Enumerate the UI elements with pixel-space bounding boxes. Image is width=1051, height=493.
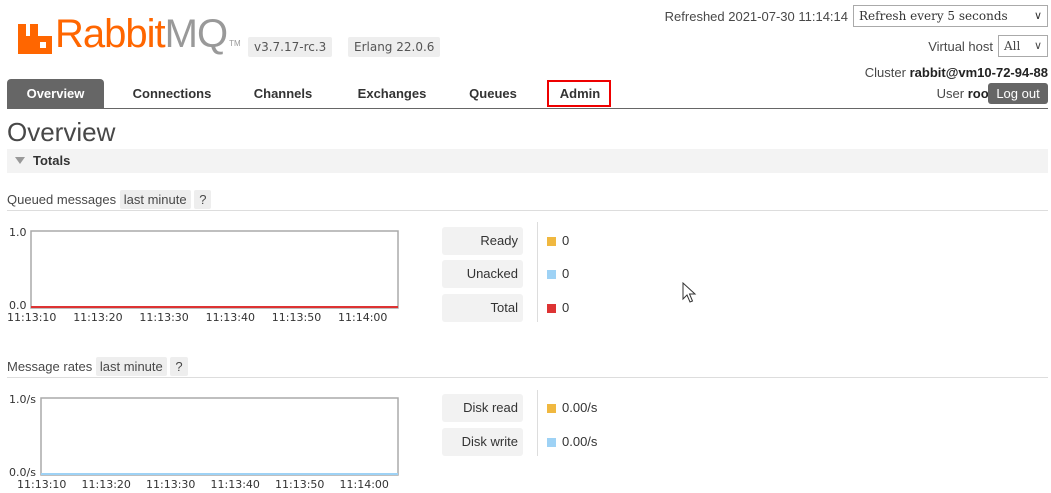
x-tick-label: 11:13:30 bbox=[146, 478, 195, 491]
total-value: 0 bbox=[562, 300, 570, 315]
tab-overview[interactable]: Overview bbox=[7, 79, 104, 109]
rabbitmq-logo-icon bbox=[18, 24, 52, 54]
x-tick-label: 11:13:50 bbox=[275, 478, 324, 491]
totals-section-header[interactable]: Totals bbox=[7, 149, 1048, 173]
y-tick-label: 1.0 bbox=[9, 226, 27, 239]
queued-messages-label: Queued messages bbox=[7, 192, 117, 207]
x-tick-label: 11:13:20 bbox=[73, 311, 122, 324]
unacked-swatch bbox=[547, 270, 556, 279]
disk-write-value: 0.00/s bbox=[562, 434, 598, 449]
brand-rabbit: Rabbit bbox=[55, 12, 166, 56]
collapse-triangle-icon bbox=[15, 157, 25, 164]
chevron-down-icon: ∨ bbox=[1033, 39, 1042, 52]
logout-button[interactable]: Log out bbox=[988, 83, 1048, 104]
rates-range-selector[interactable]: last minute bbox=[95, 357, 167, 376]
refresh-interval-value: Refresh every 5 seconds bbox=[859, 9, 1008, 23]
admin-highlight-box bbox=[547, 80, 611, 107]
x-tick-label: 11:13:30 bbox=[139, 311, 188, 324]
stat-label-ready: Ready bbox=[442, 227, 523, 255]
cluster-name: rabbit@vm10-72-94-88 bbox=[909, 65, 1048, 80]
erlang-badge: Erlang 22.0.6 bbox=[348, 37, 441, 57]
chevron-down-icon: ∨ bbox=[1033, 9, 1042, 22]
version-badge: v3.7.17-rc.3 bbox=[248, 37, 333, 57]
tab-queues[interactable]: Queues bbox=[457, 79, 529, 109]
stat-label-total: Total bbox=[442, 294, 523, 322]
stats-divider bbox=[537, 390, 538, 456]
nav-divider bbox=[7, 108, 1048, 109]
queued-range-selector[interactable]: last minute bbox=[119, 190, 191, 209]
disk-write-swatch bbox=[547, 438, 556, 447]
stat-label-unacked: Unacked bbox=[442, 260, 523, 288]
message-rates-label: Message rates bbox=[7, 359, 93, 374]
cluster-info: Cluster rabbit@vm10-72-94-88 bbox=[865, 65, 1048, 80]
vhost-value: All bbox=[1004, 39, 1021, 53]
user-info: User root bbox=[937, 86, 993, 101]
disk-read-value: 0.00/s bbox=[562, 400, 598, 415]
chart-plot-area bbox=[40, 397, 399, 476]
cluster-label: Cluster bbox=[864, 65, 906, 80]
ready-value: 0 bbox=[562, 233, 570, 248]
stat-label-disk-read: Disk read bbox=[442, 394, 523, 422]
rates-help-button[interactable]: ? bbox=[170, 357, 188, 376]
x-tick-label: 11:13:10 bbox=[7, 311, 56, 324]
trademark: TM bbox=[229, 39, 241, 48]
section-divider bbox=[7, 377, 1048, 378]
vhost-select[interactable]: All ∨ bbox=[998, 35, 1048, 57]
stat-value-unacked: 0 bbox=[547, 267, 569, 281]
stat-value-disk-write: 0.00/s bbox=[547, 435, 597, 449]
x-tick-label: 11:13:40 bbox=[211, 478, 260, 491]
chart-plot-area bbox=[30, 230, 399, 309]
page-title: Overview bbox=[7, 117, 116, 147]
rabbitmq-logo[interactable]: Rabbit MQ TM bbox=[18, 14, 241, 54]
vhost-label: Virtual host bbox=[928, 39, 993, 54]
refresh-interval-select[interactable]: Refresh every 5 seconds ∨ bbox=[853, 5, 1048, 27]
total-swatch bbox=[547, 304, 556, 313]
y-tick-label: 1.0/s bbox=[9, 393, 36, 406]
x-tick-label: 11:13:50 bbox=[272, 311, 321, 324]
ready-swatch bbox=[547, 237, 556, 246]
totals-title: Totals bbox=[33, 153, 71, 168]
mouse-cursor-icon bbox=[682, 282, 697, 303]
stats-divider bbox=[537, 222, 538, 322]
message-rates-chart: 1.0/s0.0/s11:13:10 11:13:20 11:13:30 11:13:… bbox=[9, 393, 399, 491]
tab-channels[interactable]: Channels bbox=[237, 79, 329, 109]
refreshed-timestamp: Refreshed 2021-07-30 11:14:14 bbox=[664, 9, 848, 24]
x-tick-label: 11:13:20 bbox=[82, 478, 131, 491]
unacked-value: 0 bbox=[562, 266, 570, 281]
x-tick-label: 11:13:10 bbox=[17, 478, 66, 491]
disk-read-swatch bbox=[547, 404, 556, 413]
tab-connections[interactable]: Connections bbox=[112, 79, 232, 109]
stat-value-total: 0 bbox=[547, 301, 569, 315]
x-tick-label: 11:14:00 bbox=[338, 311, 387, 324]
queued-messages-chart: 1.00.011:13:10 11:13:20 11:13:30 11:13:40 11… bbox=[7, 226, 399, 324]
message-rates-header: Message rates last minute ? bbox=[7, 357, 188, 376]
stat-value-ready: 0 bbox=[547, 234, 569, 248]
x-tick-label: 11:14:00 bbox=[340, 478, 389, 491]
brand-mq: MQ bbox=[164, 12, 228, 56]
queued-help-button[interactable]: ? bbox=[194, 190, 212, 209]
user-label: User bbox=[936, 86, 965, 101]
x-tick-label: 11:13:40 bbox=[206, 311, 255, 324]
stat-value-disk-read: 0.00/s bbox=[547, 401, 597, 415]
tab-exchanges[interactable]: Exchanges bbox=[342, 79, 442, 109]
stat-label-disk-write: Disk write bbox=[442, 428, 523, 456]
section-divider bbox=[7, 210, 1048, 211]
queued-messages-header: Queued messages last minute ? bbox=[7, 190, 212, 209]
